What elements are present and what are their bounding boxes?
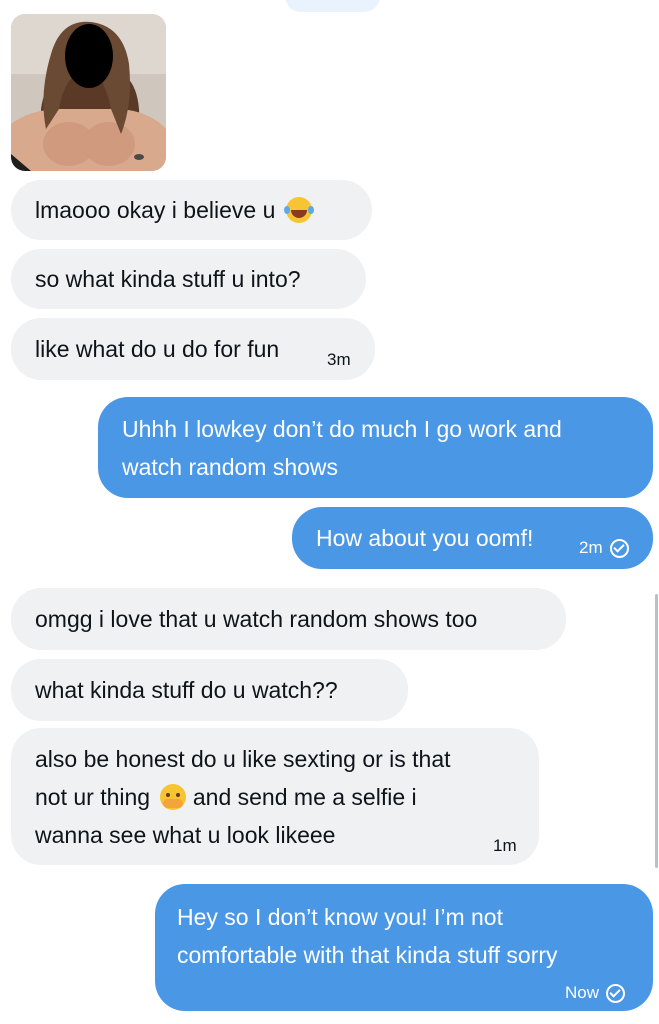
message-bubble-outgoing[interactable]: Uhhh I lowkey don’t do much I go work an… (98, 397, 653, 498)
laughing-emoji (283, 197, 312, 223)
message-text: what kinda stuff do u watch?? (35, 677, 338, 703)
message-line: comfortable with that kinda stuff sorry (177, 942, 558, 968)
message-bubble-incoming[interactable]: lmaooo okay i believe u (11, 180, 372, 240)
check-circle-icon (609, 539, 629, 559)
message-time: 2m (579, 538, 603, 557)
check-circle-icon (606, 984, 626, 1004)
message-line: and send me a selfie i (192, 784, 417, 810)
message-line: Hey so I don’t know you! I’m not (177, 904, 503, 930)
shy-emoji (160, 784, 187, 810)
message-text: so what kinda stuff u into? (35, 266, 301, 292)
scrollbar[interactable] (655, 594, 658, 868)
message-text: like what do u do for fun (35, 336, 280, 362)
message-time: 3m (327, 350, 351, 369)
message-text: lmaooo okay i believe u (35, 197, 276, 223)
message-bubble-incoming[interactable]: like what do u do for fun 3m (11, 318, 375, 380)
photo-image (11, 14, 166, 171)
message-line: Uhhh I lowkey don’t do much I go work an… (122, 416, 562, 442)
message-bubble-incoming[interactable]: also be honest do u like sexting or is t… (11, 728, 539, 865)
message-line: wanna see what u look likeee (35, 822, 336, 848)
message-time: 1m (493, 836, 517, 855)
shared-photo[interactable] (11, 14, 166, 171)
message-line: also be honest do u like sexting or is t… (35, 746, 451, 772)
message-text: omgg i love that u watch random shows to… (35, 606, 478, 632)
message-time: Now (565, 983, 600, 1002)
message-bubble-outgoing[interactable]: Hey so I don’t know you! I’m not comfort… (155, 884, 653, 1011)
message-line: not ur thing (35, 784, 151, 810)
message-bubble-incoming[interactable]: what kinda stuff do u watch?? (11, 659, 408, 721)
message-bubble-outgoing[interactable]: How about you oomf! 2m (292, 507, 653, 569)
message-meta: Now (565, 974, 626, 1012)
message-line: watch random shows (122, 454, 339, 480)
message-line-with-emoji: not ur thing and send me a selfie i (35, 778, 515, 816)
previous-message-bubble[interactable] (285, 0, 380, 12)
message-meta: 2m (579, 529, 629, 567)
message-bubble-incoming[interactable]: so what kinda stuff u into? (11, 249, 366, 309)
message-text: How about you oomf! (316, 525, 534, 551)
message-bubble-incoming[interactable]: omgg i love that u watch random shows to… (11, 588, 566, 650)
